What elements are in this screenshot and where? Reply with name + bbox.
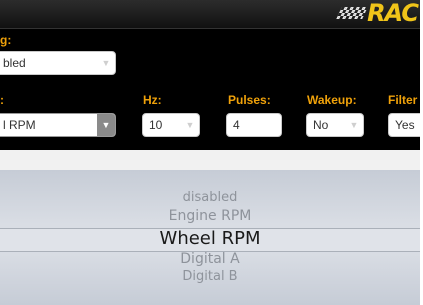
- channel-label: :: [0, 93, 4, 107]
- settings-panel: RAC g: bled ▼ : Hz: Pulses: Wakeup: Filt…: [0, 0, 420, 150]
- picker-option-selected[interactable]: Wheel RPM: [0, 228, 420, 249]
- picker-toolbar: [0, 150, 420, 171]
- chevron-down-icon: ▼: [97, 114, 115, 136]
- pulses-label: Pulses:: [228, 93, 271, 107]
- picker-option[interactable]: disabled: [0, 190, 420, 205]
- chevron-down-icon: ▼: [185, 120, 195, 130]
- channel-select[interactable]: l RPM ▼: [0, 113, 116, 137]
- wakeup-select[interactable]: No ▼: [306, 113, 364, 137]
- brand-logo: RAC: [336, 0, 419, 27]
- logo-text: RAC: [367, 0, 419, 27]
- picker-option[interactable]: Engine RPM: [0, 208, 420, 224]
- hz-label: Hz:: [143, 93, 162, 107]
- chevron-down-icon: ▼: [349, 120, 359, 130]
- filter-select-value: Yes: [395, 118, 415, 132]
- app-frame: RAC g: bled ▼ : Hz: Pulses: Wakeup: Filt…: [0, 0, 420, 305]
- filter-label: Filter: [388, 93, 418, 107]
- picker-option[interactable]: Digital A: [0, 251, 420, 267]
- mode-label: g:: [0, 33, 12, 47]
- chevron-down-icon: ▼: [101, 58, 111, 68]
- mode-select[interactable]: bled ▼: [0, 51, 116, 75]
- top-bar: RAC: [0, 0, 420, 29]
- hz-select[interactable]: 10 ▼: [142, 113, 200, 137]
- mode-select-value: bled: [3, 56, 26, 70]
- hz-select-value: 10: [149, 118, 163, 132]
- picker-option[interactable]: Digital B: [0, 269, 420, 284]
- filter-select[interactable]: Yes: [388, 113, 420, 137]
- pulses-input[interactable]: 4: [226, 113, 282, 137]
- option-picker-wheel[interactable]: disabled Engine RPM Wheel RPM Digital A …: [0, 170, 420, 305]
- channel-select-value: l RPM: [3, 118, 36, 132]
- wakeup-label: Wakeup:: [307, 93, 357, 107]
- checkered-flag-icon: [336, 7, 368, 19]
- wakeup-select-value: No: [313, 118, 329, 132]
